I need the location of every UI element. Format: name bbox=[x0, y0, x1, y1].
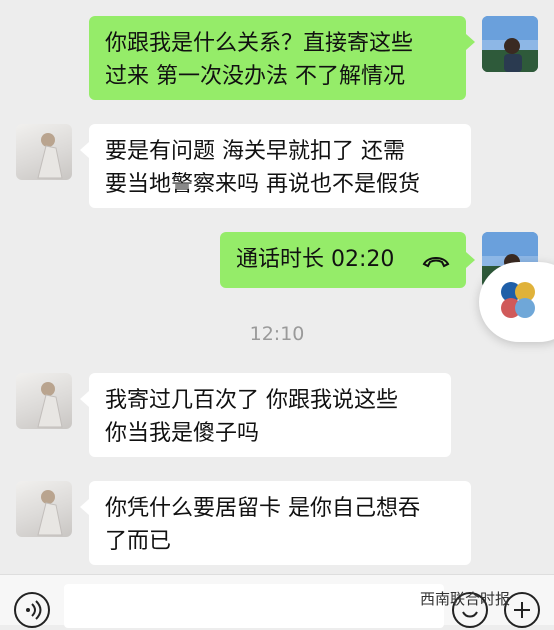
message-bubble-self[interactable]: 你跟我是什么关系？直接寄这些 过来 第一次没办法 不了解情况 bbox=[89, 16, 466, 100]
message-bubble-contact[interactable]: 要是有问题 海关早就扣了 还需 要当地警察来吗 再说也不是假货 bbox=[89, 124, 471, 208]
plus-glyph bbox=[514, 602, 530, 618]
contact-avatar-image bbox=[37, 490, 63, 536]
contact-avatar-image bbox=[37, 133, 63, 179]
message-text: 你凭什么要居留卡 是你自己想吞 了而已 bbox=[105, 496, 420, 554]
message-bubble-contact[interactable]: 我寄过几百次了 你跟我说这些 你当我是傻子吗 bbox=[89, 373, 451, 457]
watermark: 西南联合时报 bbox=[420, 590, 511, 608]
message-bubble-contact[interactable]: 你凭什么要居留卡 是你自己想吞 了而已 bbox=[89, 481, 471, 565]
bubble-tail bbox=[80, 391, 89, 407]
message-text: 你跟我是什么关系？直接寄这些 过来 第一次没办法 不了解情况 bbox=[105, 31, 414, 89]
call-record-bubble[interactable]: 通话时长 02:20 bbox=[220, 232, 466, 288]
chat-timestamp: 12:10 bbox=[249, 323, 305, 345]
voice-glyph bbox=[26, 600, 42, 620]
phone-hangup-icon bbox=[422, 257, 450, 268]
bubble-tail bbox=[80, 142, 89, 158]
voice-icon[interactable] bbox=[14, 592, 50, 628]
contact-avatar-image bbox=[37, 382, 63, 428]
bubble-tail bbox=[80, 499, 89, 515]
contact-avatar[interactable] bbox=[16, 124, 72, 180]
bubble-tail bbox=[466, 252, 475, 268]
contact-avatar[interactable] bbox=[16, 481, 72, 537]
self-avatar[interactable] bbox=[482, 16, 538, 72]
message-text: 我寄过几百次了 你跟我说这些 你当我是傻子吗 bbox=[105, 388, 398, 446]
message-text: 要是有问题 海关早就扣了 还需 要当地警察来吗 再说也不是假货 bbox=[105, 139, 420, 197]
message-input[interactable] bbox=[64, 584, 444, 628]
self-avatar-image bbox=[482, 16, 538, 72]
contact-avatar[interactable] bbox=[16, 373, 72, 429]
bubble-tail bbox=[466, 34, 475, 50]
